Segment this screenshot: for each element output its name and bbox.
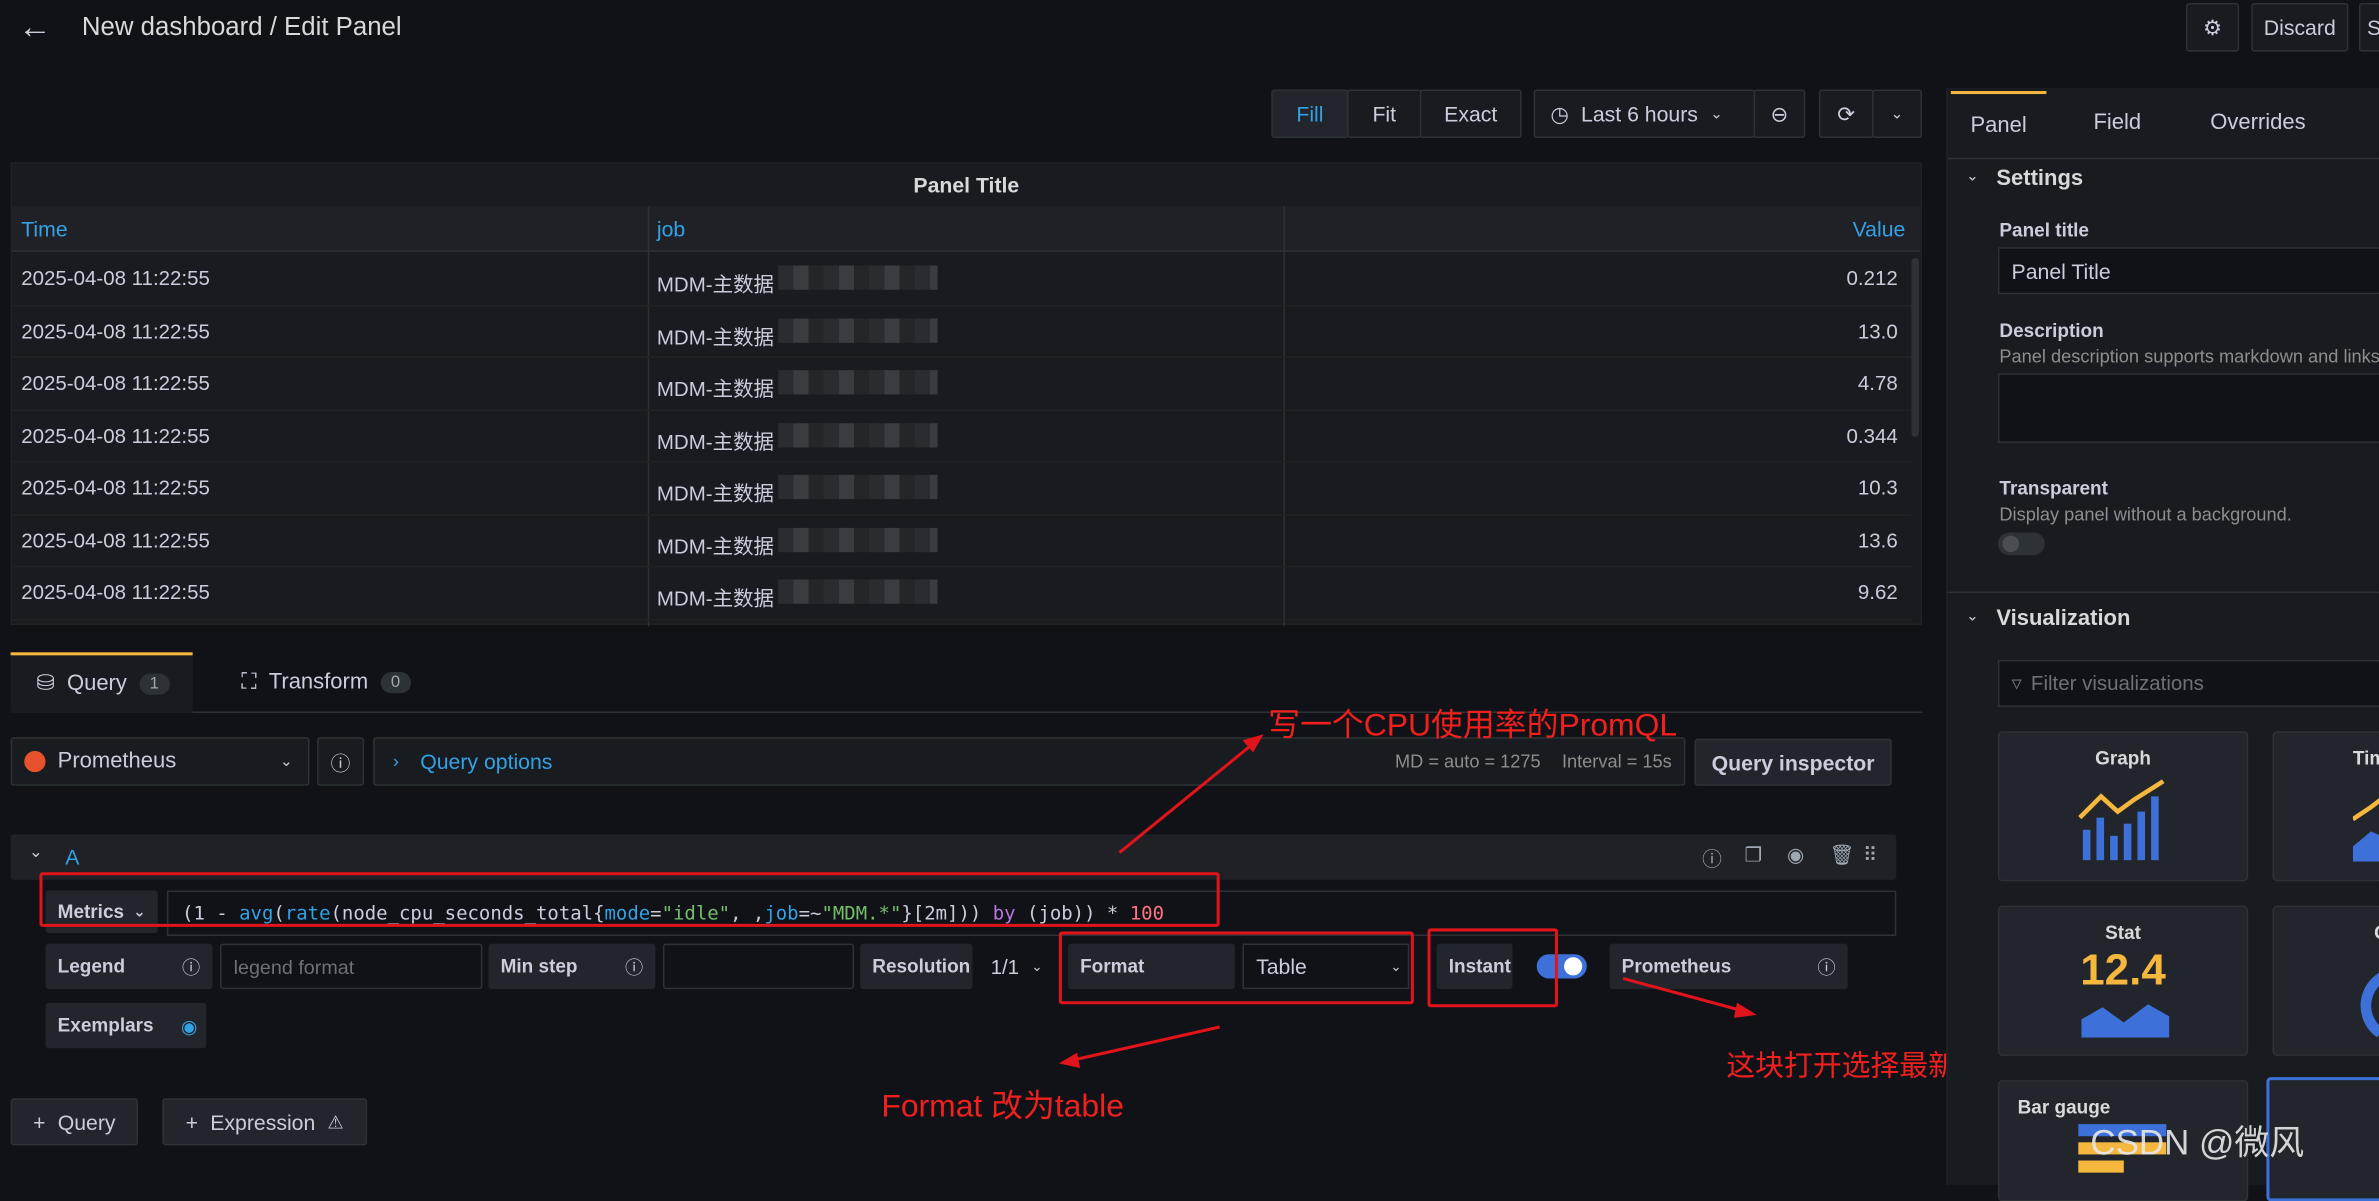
- stat-viz-icon: [2081, 1004, 2170, 1038]
- description-textarea[interactable]: [1997, 373, 2379, 443]
- divider: [1947, 591, 2379, 594]
- gauge-viz-icon: [2360, 972, 2379, 1038]
- arrow-instant: [1622, 977, 1753, 1015]
- collapse-chevron-icon[interactable]: ⌄: [1966, 168, 1979, 185]
- viz-card-gauge[interactable]: G: [2272, 905, 2379, 1056]
- panel-title-label: Panel title: [1999, 219, 2089, 242]
- panel-title-input[interactable]: Panel Title: [1997, 247, 2379, 295]
- transparent-toggle[interactable]: [1997, 532, 2045, 556]
- description-hint: Panel description supports markdown and …: [1999, 345, 2379, 368]
- options-pane: Panel Field Overrides ⌄ Settings Panel t…: [1946, 87, 2379, 1201]
- watermark: CSDN @微风: [2090, 1122, 2305, 1163]
- transparent-label: Transparent: [1999, 477, 2108, 500]
- arrow-format: [1064, 1025, 1221, 1064]
- tab-overrides[interactable]: Overrides: [2210, 111, 2305, 135]
- arrow-promql: [1118, 737, 1261, 854]
- time-series-viz-icon: [2352, 798, 2379, 862]
- tab-field[interactable]: Field: [2093, 111, 2141, 135]
- visualization-section-title[interactable]: Visualization: [1996, 607, 2130, 631]
- viz-card-time-series[interactable]: Tim: [2272, 731, 2379, 882]
- viz-card-stat[interactable]: Stat 12.4: [1997, 905, 2249, 1056]
- viz-card-graph[interactable]: Graph: [1997, 731, 2249, 882]
- stat-viz-value: 12.4: [2080, 946, 2166, 996]
- tab-panel[interactable]: Panel: [1950, 91, 2047, 158]
- divider: [1947, 157, 2379, 160]
- description-label: Description: [1999, 320, 2104, 342]
- transparent-hint: Display panel without a background.: [1999, 503, 2292, 525]
- collapse-chevron-icon[interactable]: ⌄: [1966, 608, 1979, 625]
- filter-visualizations-input[interactable]: ▿ Filter visualizations: [1997, 659, 2379, 707]
- settings-section-title[interactable]: Settings: [1996, 167, 2083, 191]
- filter-icon: ▿: [2011, 672, 2022, 695]
- graph-viz-icon: [2078, 779, 2165, 861]
